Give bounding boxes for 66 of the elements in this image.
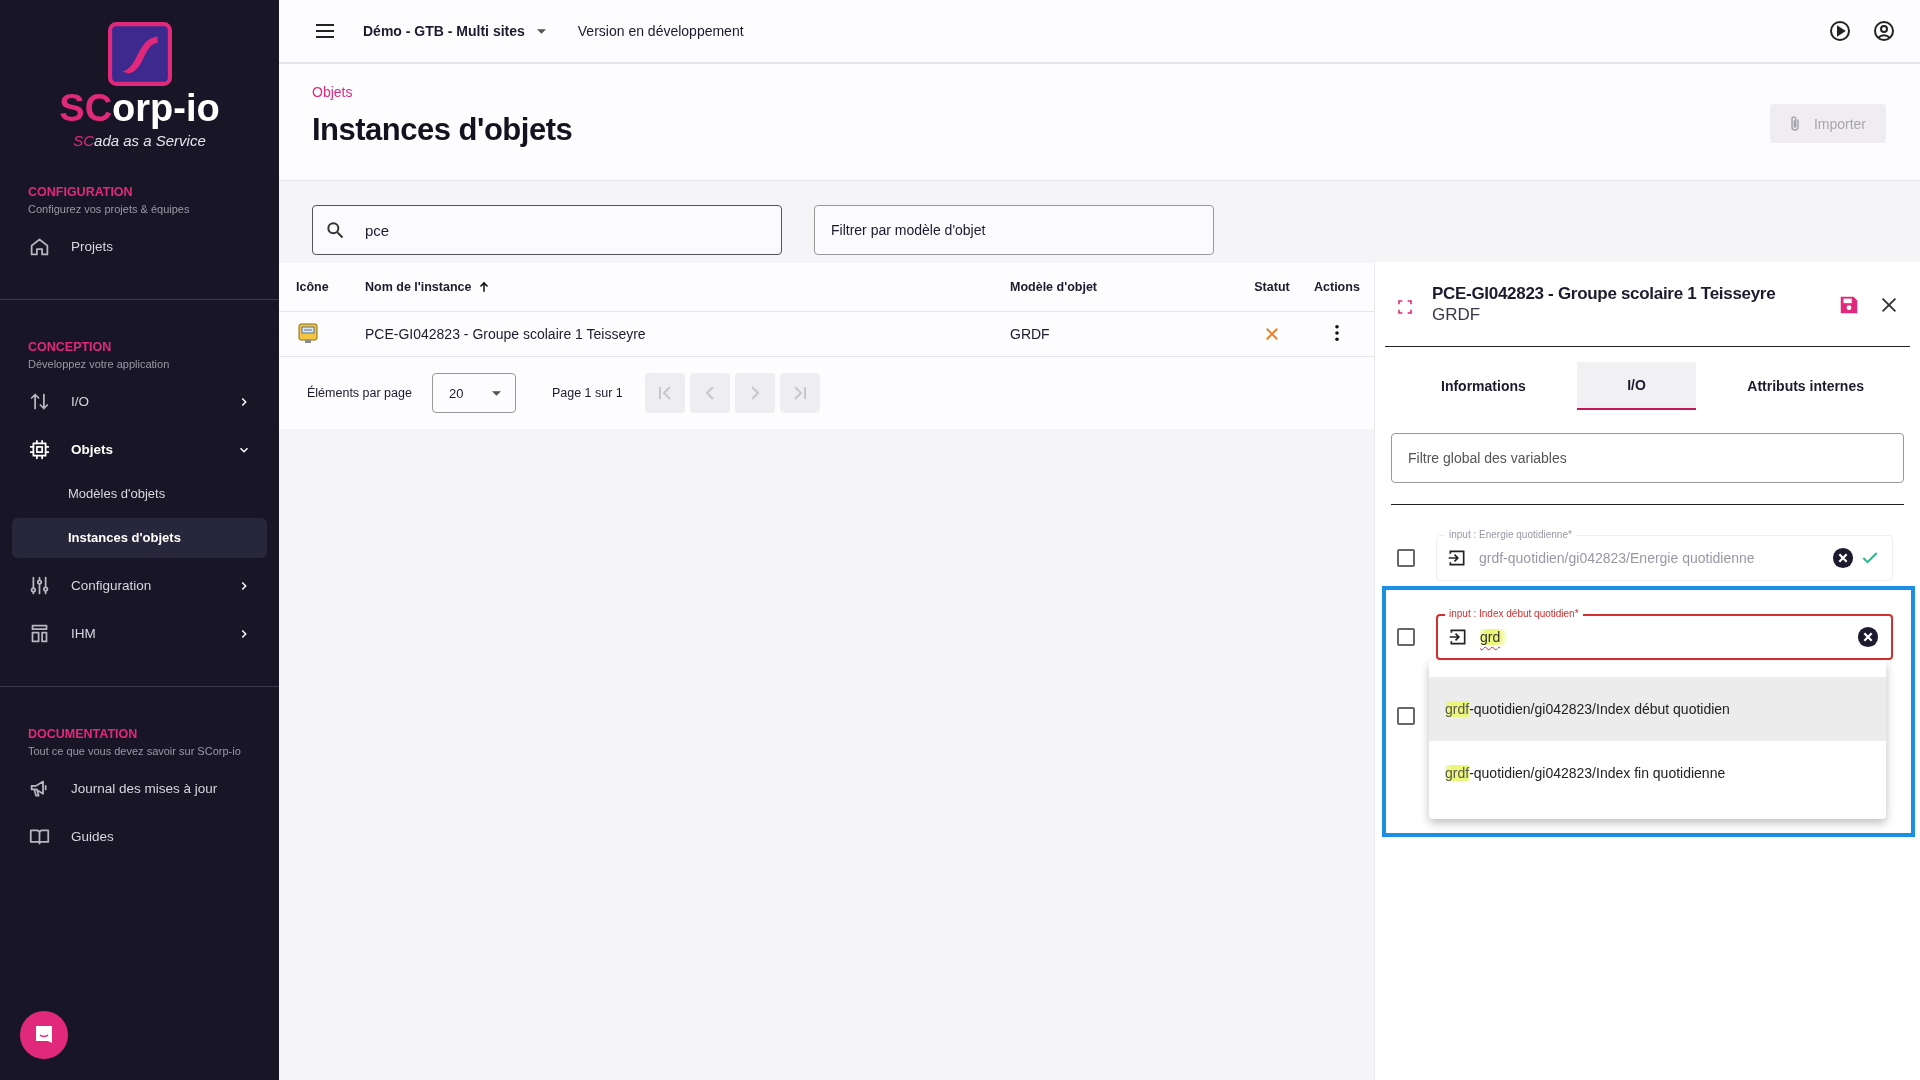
section-title: CONCEPTION [27,339,113,354]
chip-icon [29,439,50,461]
sidebar-item[interactable]: IHM [12,609,267,658]
checkbox[interactable] [1397,707,1415,725]
sidebar-item[interactable]: Guides [12,812,267,861]
table-cell-text: GRDF [1010,326,1051,342]
table-cell-text: PCE-GI042823 - Groupe scolaire 1 Teisseyre [365,326,647,342]
input-arrow-icon [1448,627,1468,647]
caret-icon [491,390,501,396]
logo-icon [107,22,172,86]
search-icon [325,220,345,240]
account-icon[interactable] [1872,19,1896,43]
version-label: Version en développement [577,23,744,39]
brand-tagline: SCada as a Service [73,131,206,149]
section-subtitle: Tout ce que vous devez savoir sur SCorp-io [27,744,242,757]
tab[interactable]: Attributs internes [1711,362,1900,412]
caret-icon [536,28,546,34]
sidebar-item[interactable]: I/O [12,377,267,426]
clear-icon[interactable] [1857,626,1879,648]
tab[interactable]: I/O [1577,362,1697,410]
section-subtitle: Configurez vos projets & équipes [27,202,191,215]
sliders-icon [29,575,50,597]
section-title: DOCUMENTATION [27,726,139,741]
brand-name: SCorp-io [59,88,220,130]
first-page-icon [658,386,671,400]
checkbox[interactable] [1397,549,1415,567]
column-header[interactable]: Modèle d'objet [1010,280,1236,294]
field-label: input : Index début quotidien* [1445,608,1583,620]
expand-icon[interactable] [1397,299,1413,315]
breadcrumb-link[interactable]: Objets [312,84,573,100]
chevron-right-icon [750,386,759,400]
more-vertical-icon[interactable] [1334,323,1340,342]
checkbox[interactable] [1397,628,1415,646]
section-subtitle: Développez votre application [27,357,171,370]
model-filter-field[interactable]: Filtrer par modèle d'objet [814,205,1214,255]
input-arrow-icon [1447,548,1467,568]
items-per-page-select[interactable]: 20 [431,373,516,413]
items-per-page-label: Éléments par page [307,386,412,400]
variable-filter-field[interactable]: Filtre global des variables [1391,433,1904,483]
sidebar-item[interactable]: Projets [12,222,267,271]
field-label: input : Energie quotidienne* [1445,529,1576,541]
page-title: Instances d'objets [312,112,573,148]
column-header[interactable]: Actions [1308,280,1374,294]
play-icon[interactable] [1828,19,1852,43]
sidebar-subitem[interactable]: Modèles d'objets [12,473,267,514]
panel-subtitle: GRDF [1432,305,1482,325]
chat-button[interactable] [20,1011,68,1059]
project-selector[interactable]: Démo - GTB - Multi sites [363,23,546,39]
tab[interactable]: Informations [1405,362,1562,412]
panel-title: PCE-GI042823 - Groupe scolaire 1 Teisseyre [1432,284,1777,304]
clear-icon[interactable] [1832,547,1854,569]
page-indicator: Page 1 sur 1 [551,386,623,400]
sidebar-subitem[interactable]: Instances d'objets [12,517,267,558]
meter-icon [296,320,320,345]
home-icon [29,236,50,258]
sidebar-item[interactable]: Configuration [12,561,267,610]
column-header[interactable]: Icône [296,280,365,294]
sidebar-item[interactable]: Objets [12,425,267,474]
section-title: CONFIGURATION [27,184,134,199]
column-header[interactable]: Nom de l'instance [365,280,1010,294]
sidebar-item[interactable]: Journal des mises à jour [12,764,267,813]
chevron-left-icon [705,386,714,400]
last-page-icon [793,386,806,400]
layout-icon [29,623,50,645]
column-header[interactable]: Statut [1236,280,1308,294]
search-field[interactable]: pce [312,205,782,255]
